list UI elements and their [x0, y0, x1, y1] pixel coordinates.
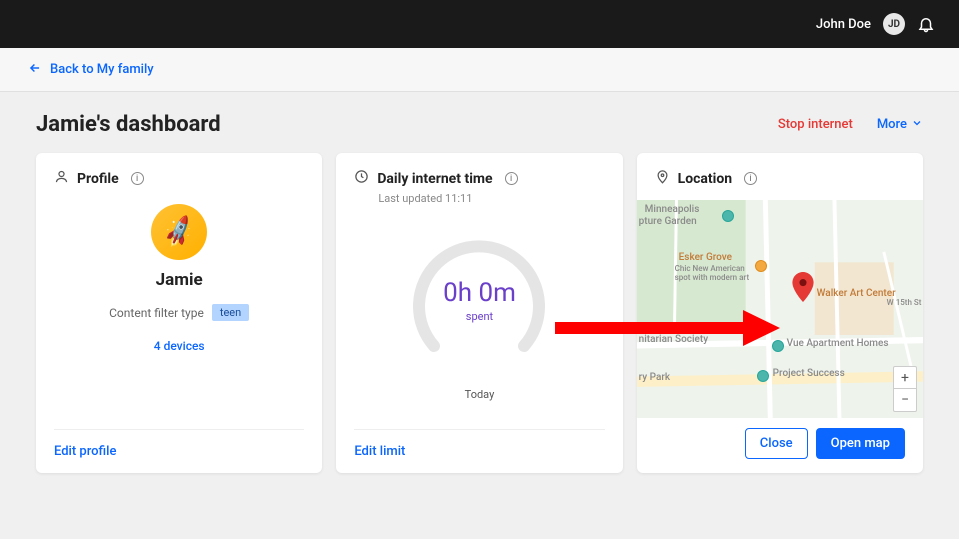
usage-card: Daily internet time i Last updated 11:11…	[336, 153, 622, 473]
rocket-icon: 🚀	[160, 214, 198, 251]
content-filter-row: Content filter type teen	[109, 304, 249, 321]
profile-body: 🚀 Jamie Content filter type teen 4 devic…	[54, 192, 304, 429]
profile-card-header: Profile i	[54, 169, 304, 188]
map-place-label: Esker Grove	[679, 252, 732, 263]
usage-card-title: Daily internet time	[377, 171, 492, 187]
back-link[interactable]: Back to My family	[28, 61, 154, 79]
chevron-down-icon	[911, 117, 923, 133]
map-poi-icon	[755, 260, 767, 272]
info-icon[interactable]: i	[131, 172, 144, 185]
map-poi-icon	[772, 340, 784, 352]
topbar: John Doe JD	[0, 0, 959, 48]
notifications-icon[interactable]	[917, 15, 935, 33]
usage-last-updated: Last updated 11:11	[378, 192, 604, 205]
breadcrumb-bar: Back to My family	[0, 48, 959, 92]
usage-card-footer: Edit limit	[354, 429, 604, 459]
avatar[interactable]: JD	[883, 13, 905, 35]
zoom-in-button[interactable]: +	[894, 367, 916, 389]
page-title: Jamie's dashboard	[36, 112, 221, 137]
map-poi-icon	[722, 210, 734, 222]
location-card-footer: Close Open map	[655, 418, 905, 459]
map[interactable]: Minneapolis pture Garden Esker Grove Chi…	[637, 200, 923, 418]
usage-period: Today	[465, 388, 495, 401]
profile-name: Jamie	[156, 270, 203, 290]
gauge-center: 0h 0m spent	[404, 226, 554, 376]
usage-body: 0h 0m spent Today	[354, 205, 604, 429]
map-place-label: pture Garden	[639, 216, 697, 227]
map-place-label: Vue Apartment Homes	[787, 338, 889, 349]
usage-gauge: 0h 0m spent	[404, 226, 554, 376]
profile-card-title: Profile	[77, 171, 119, 187]
location-card-header: Location i	[655, 169, 905, 188]
map-zoom-control: + −	[893, 366, 917, 412]
location-card-title: Location	[678, 171, 732, 187]
map-place-sublabel: spot with modern art	[675, 273, 749, 282]
more-label: More	[877, 117, 907, 132]
usage-time-value: 0h 0m	[443, 278, 516, 308]
stop-internet-link[interactable]: Stop internet	[778, 117, 853, 132]
content-filter-tag[interactable]: teen	[212, 304, 249, 321]
map-place-label: nitarian Society	[639, 334, 708, 345]
more-dropdown[interactable]: More	[877, 117, 923, 133]
usage-card-header: Daily internet time i	[354, 169, 604, 188]
map-place-sublabel: Chic New American	[675, 264, 745, 273]
location-icon	[655, 169, 670, 188]
close-button[interactable]: Close	[745, 428, 808, 459]
back-link-label: Back to My family	[50, 62, 154, 77]
edit-profile-link[interactable]: Edit profile	[54, 444, 116, 459]
profile-card: Profile i 🚀 Jamie Content filter type te…	[36, 153, 322, 473]
map-place-label: Minneapolis	[645, 204, 700, 215]
usage-spent-label: spent	[466, 310, 493, 323]
map-street-label: W 15th St	[887, 298, 922, 307]
location-card: Location i Minneapolis pture Garden	[637, 153, 923, 473]
devices-link[interactable]: 4 devices	[154, 339, 205, 353]
dashboard-cards: Profile i 🚀 Jamie Content filter type te…	[36, 153, 923, 473]
profile-card-footer: Edit profile	[54, 429, 304, 459]
content-filter-label: Content filter type	[109, 306, 204, 320]
header-actions: Stop internet More	[778, 117, 923, 133]
clock-icon	[354, 169, 369, 188]
info-icon[interactable]: i	[744, 172, 757, 185]
current-user-name: John Doe	[816, 17, 871, 32]
person-icon	[54, 169, 69, 188]
info-icon[interactable]: i	[505, 172, 518, 185]
edit-limit-link[interactable]: Edit limit	[354, 444, 405, 459]
zoom-out-button[interactable]: −	[894, 389, 916, 411]
open-map-button[interactable]: Open map	[816, 428, 905, 459]
map-place-label: Walker Art Center	[817, 288, 896, 299]
arrow-left-icon	[28, 61, 42, 79]
map-poi-icon	[757, 370, 769, 382]
map-place-label: Project Success	[773, 368, 845, 379]
map-place-label: ry Park	[639, 372, 670, 383]
page-header: Jamie's dashboard Stop internet More	[36, 112, 923, 137]
profile-avatar: 🚀	[151, 204, 207, 260]
main-content: Jamie's dashboard Stop internet More Pro…	[0, 92, 959, 493]
map-pin-icon	[792, 272, 814, 302]
